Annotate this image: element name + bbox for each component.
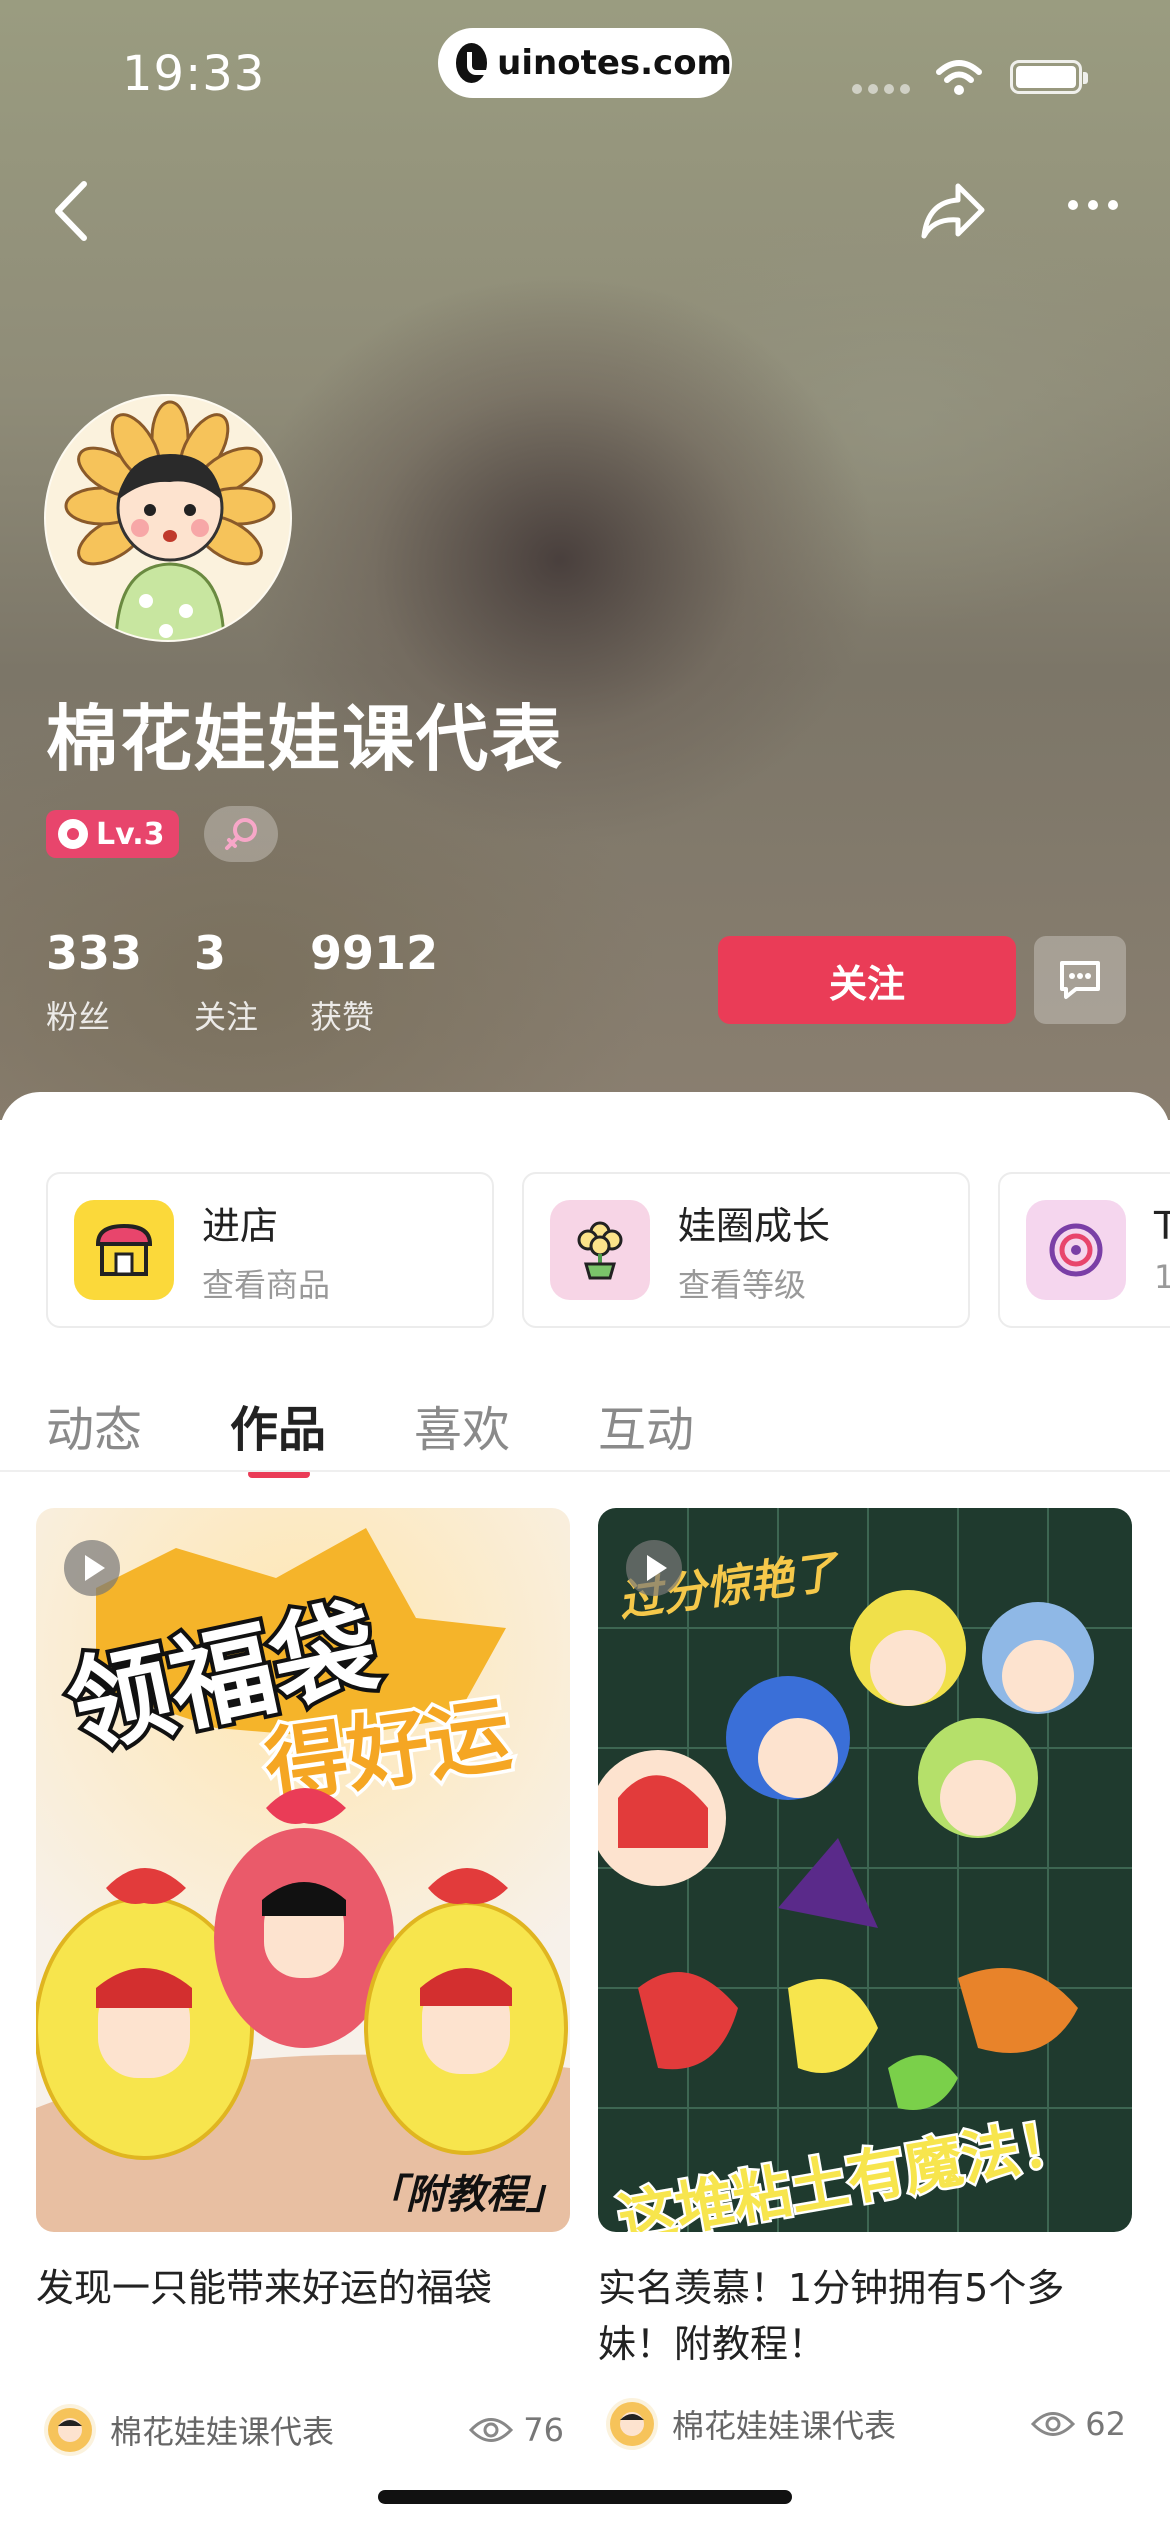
view-count: 76 xyxy=(469,2411,564,2449)
stat-value: 3 xyxy=(194,926,227,980)
stat-label: 关注 xyxy=(194,998,259,1036)
post-meta: 棉花娃娃课代表 62 xyxy=(606,2398,1126,2450)
post-meta: 棉花娃娃课代表 76 xyxy=(44,2404,564,2456)
eye-icon xyxy=(469,2418,514,2442)
female-gender-icon xyxy=(204,806,278,862)
view-count-value: 62 xyxy=(1085,2405,1126,2443)
wifi-icon xyxy=(936,60,982,95)
stat-value: 333 xyxy=(46,926,143,980)
author-name[interactable]: 棉花娃娃课代表 xyxy=(672,2401,1031,2447)
spiral-icon xyxy=(1026,1200,1126,1300)
view-count-value: 76 xyxy=(523,2411,564,2449)
author-name[interactable]: 棉花娃娃课代表 xyxy=(110,2407,469,2453)
flower-icon xyxy=(58,819,88,849)
profile-avatar[interactable] xyxy=(44,394,292,642)
stat-label: 获赞 xyxy=(310,998,375,1036)
stat-value: 9912 xyxy=(310,926,439,980)
clay-dolls-illustration: 过分惊艳了 这堆粘土有魔法！ xyxy=(598,1508,1132,2232)
profile-tabs: 动态 作品 喜欢 互动 xyxy=(46,1390,782,1478)
post-thumbnail[interactable]: 过分惊艳了 这堆粘土有魔法！ xyxy=(598,1508,1132,2232)
follow-button[interactable]: 关注 xyxy=(718,936,1016,1024)
home-indicator xyxy=(378,2490,792,2504)
chat-bubble-icon xyxy=(1060,961,1100,999)
card-subtitle: 1 xyxy=(1154,1258,1170,1296)
post-card[interactable]: 过分惊艳了 这堆粘土有魔法！ 实名羡慕！1分钟拥有5个多妹！附教程！ 棉花娃娃课… xyxy=(598,1508,1132,2450)
tab-interactions[interactable]: 互动 xyxy=(598,1390,694,1460)
card-title: T xyxy=(1154,1204,1170,1248)
stat-fans[interactable]: 333 粉丝 xyxy=(46,930,142,1038)
card-title: 进店 xyxy=(202,1203,279,1248)
url-text: uinotes.com xyxy=(497,43,732,83)
sunflower-girl-avatar-icon xyxy=(64,400,276,640)
level-text: Lv.3 xyxy=(96,816,165,852)
uinotes-logo-icon xyxy=(456,43,496,83)
tabs-divider xyxy=(0,1470,1170,1472)
card-title: 娃圈成长 xyxy=(678,1203,831,1248)
tab-moments[interactable]: 动态 xyxy=(46,1390,142,1460)
cellular-signal-icon xyxy=(852,84,910,94)
stat-likes[interactable]: 9912 获赞 xyxy=(310,930,438,1038)
card-growth[interactable]: 娃圈成长 查看等级 xyxy=(522,1172,970,1328)
post-title[interactable]: 发现一只能带来好运的福袋 xyxy=(36,2260,570,2316)
card-subtitle: 查看商品 xyxy=(202,1265,331,1304)
url-pill[interactable]: uinotes.com xyxy=(438,28,732,98)
lucky-bag-illustration: 领福袋 得好运 「附教程」 xyxy=(36,1528,570,2232)
more-options-icon[interactable] xyxy=(1068,200,1118,210)
shop-icon xyxy=(74,1200,174,1300)
status-time: 19:33 xyxy=(122,46,266,102)
card-subtitle: 查看等级 xyxy=(678,1265,807,1304)
level-badge[interactable]: Lv.3 xyxy=(46,810,179,858)
author-avatar[interactable] xyxy=(606,2398,658,2450)
battery-icon xyxy=(1010,60,1088,94)
share-icon[interactable] xyxy=(916,176,990,246)
post-title[interactable]: 实名羡慕！1分钟拥有5个多妹！附教程！ xyxy=(598,2260,1132,2372)
overlay-bottom-text: 「附教程」 xyxy=(366,2172,566,2218)
play-icon xyxy=(64,1540,120,1596)
stat-following[interactable]: 3 关注 xyxy=(194,930,258,1038)
author-avatar[interactable] xyxy=(44,2404,96,2456)
view-count: 62 xyxy=(1031,2405,1126,2443)
profile-stats: 333 粉丝 3 关注 9912 获赞 xyxy=(46,930,490,1038)
overlay-bottom-text: 这堆粘土有魔法！ xyxy=(613,2106,1082,2232)
quick-entry-cards: 进店 查看商品 娃圈成长 查看等级 T 1 xyxy=(46,1172,1170,1328)
message-button[interactable] xyxy=(1034,936,1126,1024)
flower-pot-icon xyxy=(550,1200,650,1300)
post-thumbnail[interactable]: 领福袋 得好运 「附教程」 xyxy=(36,1508,570,2232)
profile-username: 棉花娃娃课代表 xyxy=(46,697,565,781)
tab-works[interactable]: 作品 xyxy=(230,1390,326,1478)
card-partial[interactable]: T 1 xyxy=(998,1172,1170,1328)
play-icon xyxy=(626,1540,682,1596)
eye-icon xyxy=(1031,2412,1076,2436)
back-arrow-icon[interactable] xyxy=(46,176,96,246)
post-card[interactable]: 领福袋 得好运 「附教程」 发现一只能带来好运的福袋 棉花娃娃课代表 76 xyxy=(36,1508,570,2456)
card-shop[interactable]: 进店 查看商品 xyxy=(46,1172,494,1328)
stat-label: 粉丝 xyxy=(46,998,111,1036)
tab-likes[interactable]: 喜欢 xyxy=(414,1390,510,1460)
